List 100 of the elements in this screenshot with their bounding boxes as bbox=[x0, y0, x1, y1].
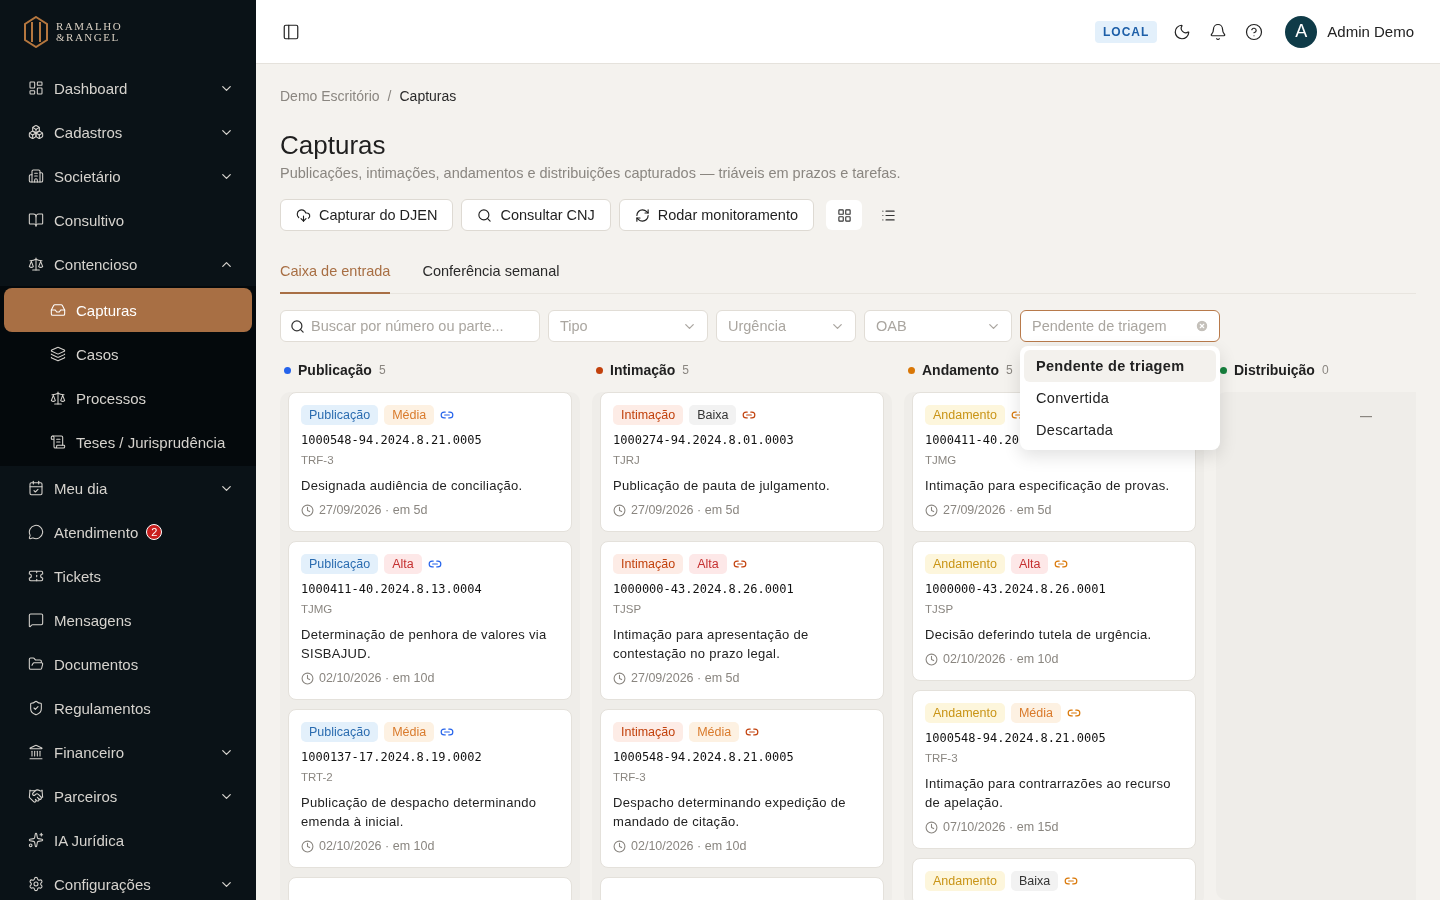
sidebar-item[interactable]: Mensagens bbox=[0, 598, 256, 642]
action-button[interactable]: Consultar CNJ bbox=[461, 199, 611, 231]
court-label: TJSP bbox=[613, 603, 643, 615]
sidebar-item[interactable]: Contencioso bbox=[0, 242, 256, 286]
sidebar-item[interactable]: Cadastros bbox=[0, 110, 256, 154]
logo-icon bbox=[24, 16, 48, 48]
action-button[interactable]: Capturar do DJEN bbox=[280, 199, 454, 231]
column-count: 5 bbox=[682, 363, 690, 377]
card[interactable]: Intimação Alta 1000000-43.2024.8.26.0001 TJSP Intimação para apresentação de contestação no prazo legal. 27/09/2026 · em 5d bbox=[600, 541, 884, 700]
card[interactable]: Andamento Baixa bbox=[912, 858, 1196, 900]
sidebar-item[interactable]: Parceiros bbox=[0, 774, 256, 818]
grid-view-button[interactable] bbox=[826, 200, 862, 230]
calendar-icon bbox=[28, 480, 44, 496]
sidebar-item[interactable]: Consultivo bbox=[0, 198, 256, 242]
inbox-icon bbox=[50, 302, 66, 318]
link-icon[interactable] bbox=[1067, 706, 1081, 720]
process-number: 1000411-40.2024.8.13.0004 bbox=[301, 582, 483, 596]
tag: Média bbox=[689, 722, 740, 742]
tag: Publicação bbox=[301, 554, 379, 574]
clock-icon bbox=[613, 671, 626, 685]
tag: Andamento bbox=[925, 405, 1005, 425]
sidebar-item[interactable]: Societário bbox=[0, 154, 256, 198]
link-icon[interactable] bbox=[440, 725, 455, 739]
column-title: Publicação bbox=[298, 362, 372, 378]
tag: Baixa bbox=[689, 405, 737, 425]
link-icon[interactable] bbox=[742, 408, 757, 422]
link-icon[interactable] bbox=[1064, 874, 1079, 888]
tag: Publicação bbox=[301, 722, 379, 742]
clock-icon bbox=[301, 671, 314, 685]
dropdown-option[interactable]: Pendente de triagem bbox=[1024, 350, 1216, 382]
sidebar-item[interactable]: IA Jurídica bbox=[0, 818, 256, 862]
tag: Publicação bbox=[301, 405, 379, 425]
page-title: Capturas bbox=[280, 130, 387, 161]
search-icon bbox=[290, 319, 305, 334]
tag: Média bbox=[384, 405, 435, 425]
sidebar-item[interactable]: Dashboard bbox=[0, 66, 256, 110]
sidebar-item[interactable]: Regulamentos bbox=[0, 686, 256, 730]
search-icon bbox=[477, 207, 493, 223]
court-label: TJMG bbox=[925, 454, 958, 466]
sidebar-item[interactable]: Teses / Jurisprudência bbox=[0, 420, 256, 464]
sidebar-item[interactable]: Atendimento 2 bbox=[0, 510, 256, 554]
column-title: Intimação bbox=[610, 362, 676, 378]
card[interactable]: Publicação Média 1000137-17.2024.8.19.0002 TRT-2 Publicação de despacho determinando emenda à inicial. 02/10/2026 · em 10d bbox=[288, 709, 572, 868]
due-date: 02/10/2026 · em 10d bbox=[319, 671, 435, 685]
environment-badge: LOCAL bbox=[1094, 20, 1158, 43]
card[interactable]: Andamento Alta 1000000-43.2024.8.26.0001 TJSP Decisão deferindo tutela de urgência. 02/10/2026 · em 10d bbox=[912, 541, 1196, 681]
card-description: Designada audiência de conciliação. bbox=[301, 477, 524, 495]
sidebar-item[interactable]: Configurações bbox=[0, 862, 256, 900]
due-date: 02/10/2026 · em 10d bbox=[943, 652, 1059, 666]
action-button[interactable]: Rodar monitoramento bbox=[618, 199, 814, 231]
link-icon[interactable] bbox=[427, 557, 442, 571]
sidebar-item[interactable]: Capturas bbox=[4, 288, 252, 332]
sidebar-item[interactable]: Tickets bbox=[0, 554, 256, 598]
court-label: TRF-3 bbox=[301, 454, 335, 466]
due-date: 02/10/2026 · em 10d bbox=[631, 839, 747, 853]
link-icon[interactable] bbox=[1054, 557, 1069, 571]
user-name[interactable]: Admin Demo bbox=[1327, 23, 1414, 40]
link-icon[interactable] bbox=[732, 557, 747, 571]
tab[interactable]: Caixa de entrada bbox=[280, 263, 391, 294]
tag: Andamento bbox=[925, 554, 1005, 574]
due-date: 07/10/2026 · em 15d bbox=[943, 820, 1059, 834]
card[interactable]: Intimação Baixa 1000274-94.2024.8.01.0003 TJRJ Publicação de pauta de julgamento. 27/09/2026 · em 5d bbox=[600, 392, 884, 532]
card-description: Intimação para contrarrazões ao recurso de apelação. bbox=[925, 775, 1172, 812]
scroll-icon bbox=[50, 434, 66, 450]
shield-icon bbox=[28, 700, 44, 716]
list-icon bbox=[880, 207, 896, 223]
sidebar-item[interactable]: Financeiro bbox=[0, 730, 256, 774]
building-icon bbox=[28, 168, 44, 184]
message-icon bbox=[28, 612, 44, 628]
court-label: TJSP bbox=[925, 603, 955, 615]
card[interactable]: Publicação Alta 1000411-40.2024.8.13.0004 TJMG Determinação de penhora de valores via SISBAJUD. 02/10/2026 · em 10d bbox=[288, 541, 572, 700]
tag: Alta bbox=[689, 554, 727, 574]
court-label: TJMG bbox=[301, 603, 334, 615]
search-field[interactable]: Buscar por número ou parte... bbox=[280, 310, 540, 342]
tag: Intimação bbox=[613, 554, 684, 574]
sidebar-item[interactable]: Meu dia bbox=[0, 466, 256, 510]
process-number: 1000000-43.2024.8.26.0001 bbox=[925, 582, 1107, 596]
card[interactable]: Publicação Média 1000548-94.2024.8.21.0005 TRF-3 Designada audiência de conciliação. 27/09/2026 · em 5d bbox=[288, 392, 572, 532]
due-date: 27/09/2026 · em 5d bbox=[943, 503, 1052, 517]
handshake-icon bbox=[28, 788, 44, 804]
due-date: 02/10/2026 · em 10d bbox=[319, 839, 435, 853]
layers-icon bbox=[50, 346, 66, 362]
link-icon[interactable] bbox=[745, 725, 760, 739]
card[interactable]: Intimação Média 1000548-94.2024.8.21.0005 TRF-3 Despacho determinando expedição de mandado de citação. 02/10/2026 · em 10d bbox=[600, 709, 884, 868]
sidebar-item[interactable]: Documentos bbox=[0, 642, 256, 686]
avatar[interactable]: A bbox=[1285, 15, 1318, 48]
sidebar-item[interactable]: Casos bbox=[0, 332, 256, 376]
tag: Baixa bbox=[1010, 871, 1059, 891]
court-label: TRT-2 bbox=[301, 771, 334, 783]
sparkle-icon bbox=[28, 832, 44, 848]
sidebar-item[interactable]: Processos bbox=[0, 376, 256, 420]
tab[interactable]: Conferência semanal bbox=[422, 263, 560, 294]
card-description: Intimação para especificação de provas. bbox=[925, 477, 1171, 495]
card[interactable]: Andamento Média 1000548-94.2024.8.21.0005 TRF-3 Intimação para contrarrazões ao recurso de apelação. 07/10/2026 · em 15d bbox=[912, 690, 1196, 849]
clock-icon bbox=[613, 839, 626, 853]
clock-icon bbox=[925, 652, 938, 666]
court-label: TRF-3 bbox=[613, 771, 647, 783]
cloud-download-icon bbox=[296, 207, 311, 223]
link-icon[interactable] bbox=[440, 408, 455, 422]
process-number: 1000548-94.2024.8.21.0005 bbox=[613, 750, 795, 764]
